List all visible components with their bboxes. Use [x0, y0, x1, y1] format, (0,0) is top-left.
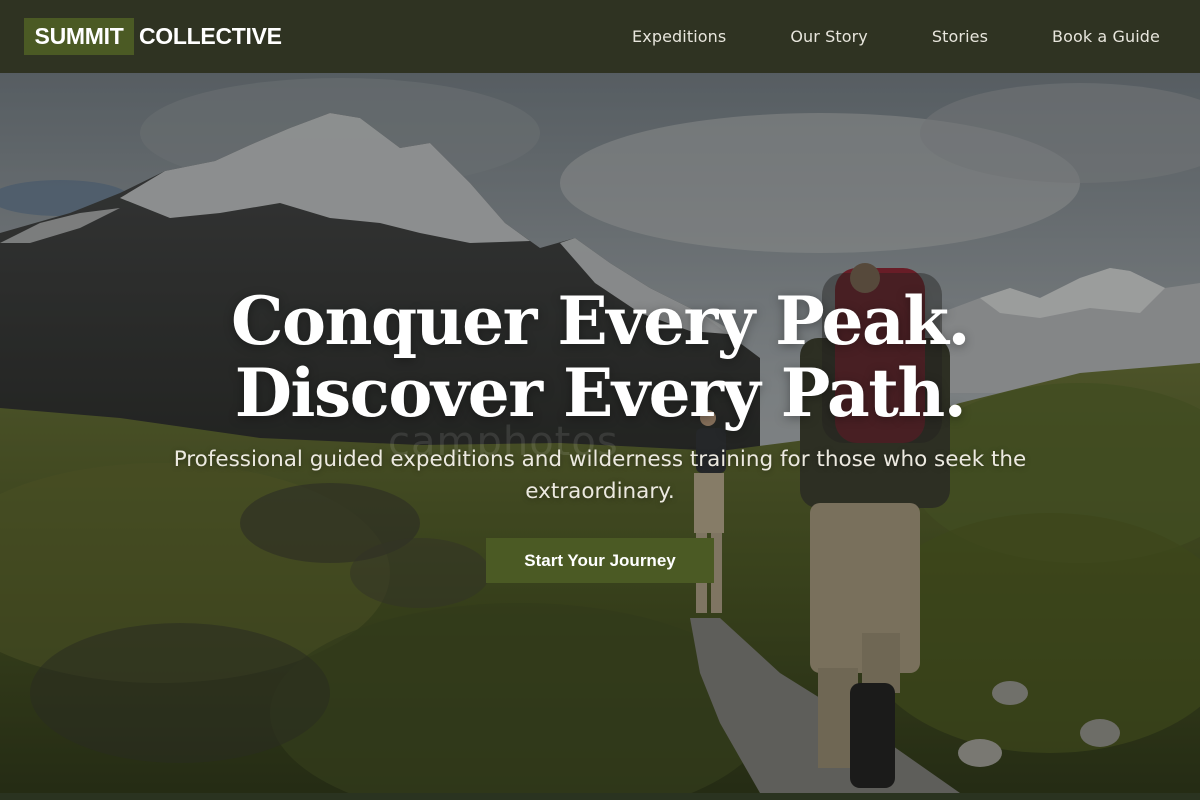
hero-subtitle: Professional guided expeditions and wild…: [173, 447, 1027, 504]
start-journey-button[interactable]: Start Your Journey: [486, 538, 714, 583]
hero-title-line-2: Discover Every Path.: [234, 354, 967, 432]
hero-title-line-1: Conquer Every Peak.: [231, 282, 970, 360]
brand-logo-box: SUMMIT: [24, 18, 134, 55]
hero-section: camphotos Conquer Every Peak. Discover E…: [0, 73, 1200, 793]
brand-logo-text: COLLECTIVE: [139, 23, 282, 49]
nav-link-expeditions[interactable]: Expeditions: [632, 27, 726, 46]
next-section-edge: [0, 793, 1200, 800]
nav-link-book-a-guide[interactable]: Book a Guide: [1052, 27, 1160, 46]
nav-link-stories[interactable]: Stories: [932, 27, 988, 46]
main-nav: Expeditions Our Story Stories Book a Gui…: [632, 27, 1160, 46]
hero-title: Conquer Every Peak. Discover Every Path.: [231, 282, 970, 432]
nav-link-our-story[interactable]: Our Story: [790, 27, 868, 46]
hero-content: Conquer Every Peak. Discover Every Path.…: [0, 73, 1200, 793]
brand-logo[interactable]: SUMMIT COLLECTIVE: [24, 18, 282, 55]
site-header: SUMMIT COLLECTIVE Expeditions Our Story …: [0, 0, 1200, 73]
